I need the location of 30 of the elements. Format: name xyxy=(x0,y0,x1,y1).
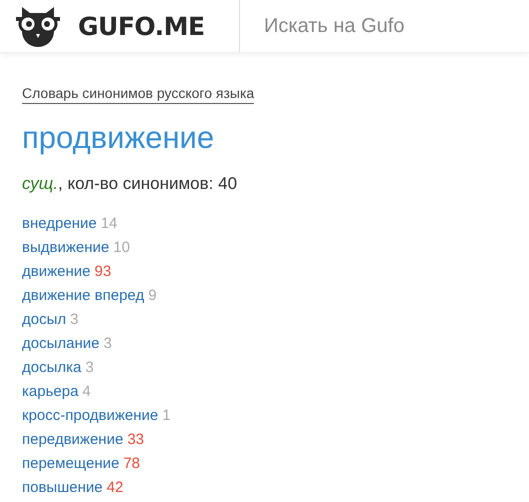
site-logo[interactable]: GUFO.ME xyxy=(78,12,205,40)
synonym-link[interactable]: передвижение xyxy=(22,428,124,452)
usage-count: 3 xyxy=(103,334,112,354)
breadcrumb-link[interactable]: Словарь синонимов русского языка xyxy=(22,85,254,104)
synonym-link[interactable]: кросс-продвижение xyxy=(22,404,158,428)
synonym-link[interactable]: движение вперед xyxy=(22,284,144,308)
search-field[interactable]: Искать на Gufo xyxy=(240,0,529,52)
usage-count: 42 xyxy=(106,478,124,498)
word-title: продвижение xyxy=(22,120,216,156)
usage-count: 4 xyxy=(82,382,91,402)
synonym-link[interactable]: досыл xyxy=(22,308,66,332)
usage-count: 3 xyxy=(70,310,78,330)
usage-count: 33 xyxy=(127,430,144,450)
synonym-count-info: сущ., кол-во синонимов: 40 xyxy=(22,174,238,194)
usage-count: 3 xyxy=(85,358,94,378)
synonym-link[interactable]: досылка xyxy=(22,356,82,380)
usage-count: 9 xyxy=(148,286,157,306)
synonym-link[interactable]: карьера xyxy=(22,380,78,404)
synonym-link[interactable]: выдвижение xyxy=(22,236,110,260)
usage-count: 93 xyxy=(94,262,112,282)
usage-count: 14 xyxy=(100,214,118,234)
synonym-link[interactable]: перемещение xyxy=(22,452,120,476)
synonym-link[interactable]: движение xyxy=(22,260,90,284)
synonym-link[interactable]: повышение xyxy=(22,476,103,500)
usage-count: 78 xyxy=(123,454,140,474)
owl-logo-icon xyxy=(16,5,60,47)
usage-count: 1 xyxy=(162,406,171,426)
synonym-link[interactable]: внедрение xyxy=(22,212,97,236)
usage-count: 10 xyxy=(113,238,130,258)
synonym-link[interactable]: досылание xyxy=(22,332,100,356)
